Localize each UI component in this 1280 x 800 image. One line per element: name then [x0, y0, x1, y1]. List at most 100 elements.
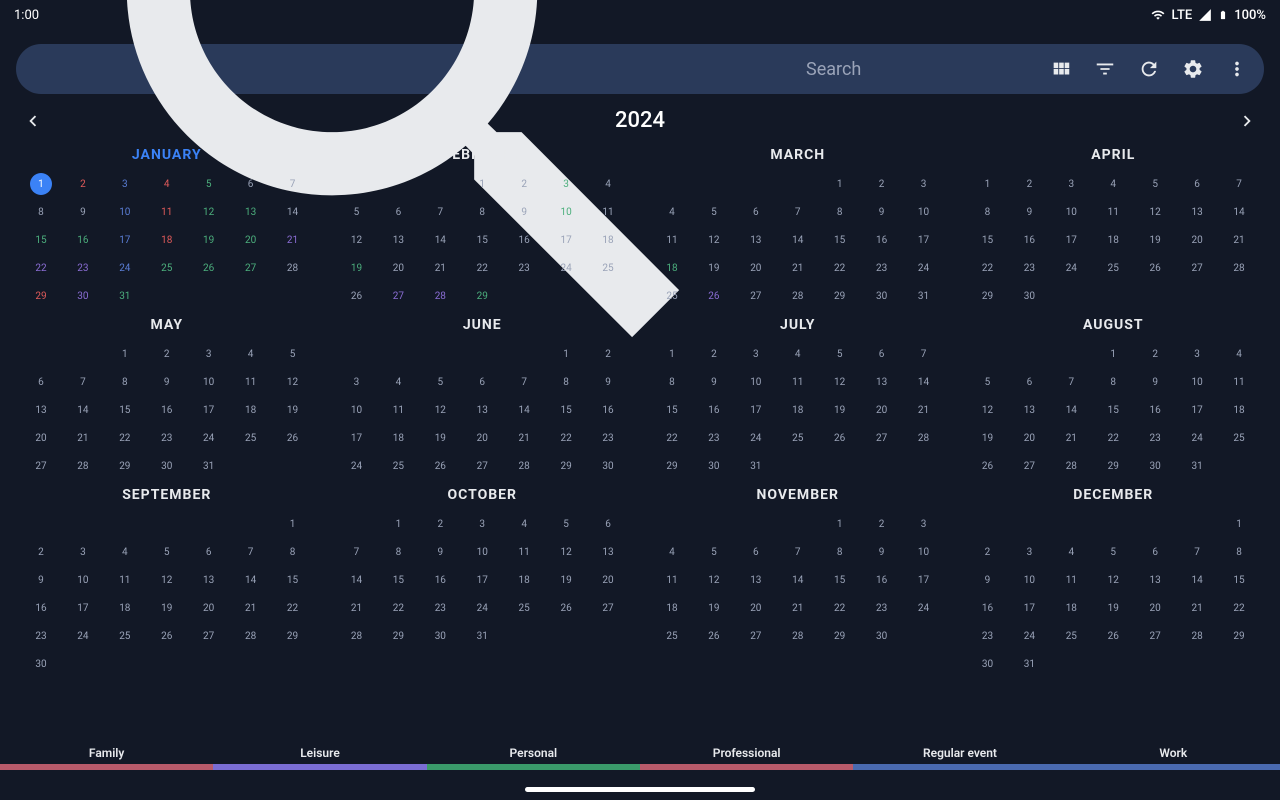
day-cell[interactable]: 6	[1134, 539, 1176, 565]
day-cell[interactable]: 27	[230, 255, 272, 281]
day-cell[interactable]: 10	[336, 397, 378, 423]
day-cell[interactable]: 10	[188, 369, 230, 395]
day-cell[interactable]: 23	[1134, 425, 1176, 451]
month-august[interactable]: AUGUST1234567891011121314151617181920212…	[961, 313, 1267, 483]
day-cell[interactable]: 3	[62, 539, 104, 565]
day-cell[interactable]: 25	[651, 623, 693, 649]
day-cell[interactable]: 20	[735, 595, 777, 621]
day-cell[interactable]: 12	[419, 397, 461, 423]
day-cell[interactable]: 14	[503, 397, 545, 423]
day-cell[interactable]: 2	[1134, 341, 1176, 367]
day-cell[interactable]: 12	[545, 539, 587, 565]
day-cell[interactable]: 27	[735, 283, 777, 309]
day-cell[interactable]: 21	[503, 425, 545, 451]
day-cell[interactable]: 21	[903, 397, 945, 423]
day-cell[interactable]: 30	[861, 283, 903, 309]
day-cell[interactable]: 25	[1092, 255, 1134, 281]
day-cell[interactable]: 25	[377, 453, 419, 479]
day-cell[interactable]: 4	[1092, 171, 1134, 197]
day-cell[interactable]: 13	[1134, 567, 1176, 593]
day-cell[interactable]: 24	[903, 255, 945, 281]
day-cell[interactable]: 4	[1050, 539, 1092, 565]
day-cell[interactable]: 3	[903, 171, 945, 197]
day-cell[interactable]: 1	[461, 171, 503, 197]
day-cell[interactable]: 13	[587, 539, 629, 565]
day-cell[interactable]: 22	[461, 255, 503, 281]
day-cell[interactable]: 8	[1092, 369, 1134, 395]
day-cell[interactable]: 26	[188, 255, 230, 281]
day-cell[interactable]: 15	[819, 227, 861, 253]
day-cell[interactable]: 12	[967, 397, 1009, 423]
day-cell[interactable]: 14	[1176, 567, 1218, 593]
day-cell[interactable]: 3	[735, 341, 777, 367]
day-cell[interactable]: 23	[146, 425, 188, 451]
day-cell[interactable]: 7	[503, 369, 545, 395]
day-cell[interactable]: 17	[735, 397, 777, 423]
day-cell[interactable]: 9	[587, 369, 629, 395]
day-cell[interactable]: 31	[1176, 453, 1218, 479]
day-cell[interactable]: 15	[819, 567, 861, 593]
day-cell[interactable]: 13	[20, 397, 62, 423]
day-cell[interactable]: 7	[419, 199, 461, 225]
day-cell[interactable]: 23	[587, 425, 629, 451]
filter-icon[interactable]	[1094, 58, 1116, 80]
day-cell[interactable]: 20	[20, 425, 62, 451]
day-cell[interactable]: 1	[819, 511, 861, 537]
day-cell[interactable]: 27	[1176, 255, 1218, 281]
day-cell[interactable]: 17	[903, 227, 945, 253]
day-cell[interactable]: 19	[1092, 595, 1134, 621]
day-cell[interactable]: 20	[461, 425, 503, 451]
day-cell[interactable]: 6	[735, 199, 777, 225]
day-cell[interactable]: 8	[272, 539, 314, 565]
day-cell[interactable]: 1	[104, 341, 146, 367]
day-cell[interactable]: 19	[693, 595, 735, 621]
day-cell[interactable]: 18	[104, 595, 146, 621]
day-cell[interactable]: 28	[1050, 453, 1092, 479]
day-cell[interactable]: 22	[20, 255, 62, 281]
day-cell[interactable]: 26	[336, 283, 378, 309]
day-cell[interactable]: 6	[230, 171, 272, 197]
day-cell[interactable]: 10	[903, 199, 945, 225]
day-cell[interactable]: 29	[104, 453, 146, 479]
day-cell[interactable]: 26	[693, 623, 735, 649]
day-cell[interactable]: 20	[377, 255, 419, 281]
day-cell[interactable]: 2	[20, 539, 62, 565]
day-cell[interactable]: 19	[545, 567, 587, 593]
day-cell[interactable]: 24	[903, 595, 945, 621]
day-cell[interactable]: 14	[62, 397, 104, 423]
day-cell[interactable]: 5	[188, 171, 230, 197]
day-cell[interactable]: 10	[62, 567, 104, 593]
day-cell[interactable]: 28	[1176, 623, 1218, 649]
day-cell[interactable]: 2	[861, 171, 903, 197]
day-cell[interactable]: 18	[1050, 595, 1092, 621]
day-cell[interactable]: 15	[104, 397, 146, 423]
day-cell[interactable]: 19	[693, 255, 735, 281]
month-july[interactable]: JULY123456789101112131415161718192021222…	[645, 313, 951, 483]
day-cell[interactable]: 14	[272, 199, 314, 225]
day-cell[interactable]: 6	[587, 511, 629, 537]
day-cell[interactable]: 13	[461, 397, 503, 423]
chevron-right-icon[interactable]	[1236, 110, 1258, 132]
day-cell[interactable]: 2	[693, 341, 735, 367]
legend-item[interactable]: Family	[0, 746, 213, 760]
day-cell[interactable]: 14	[777, 227, 819, 253]
day-cell[interactable]: 23	[693, 425, 735, 451]
day-cell[interactable]: 5	[1092, 539, 1134, 565]
day-cell[interactable]: 9	[861, 539, 903, 565]
day-cell[interactable]: 13	[861, 369, 903, 395]
day-cell[interactable]: 28	[1218, 255, 1260, 281]
day-cell[interactable]: 16	[1008, 227, 1050, 253]
day-cell[interactable]: 5	[419, 369, 461, 395]
day-cell[interactable]: 12	[188, 199, 230, 225]
day-cell[interactable]: 28	[777, 623, 819, 649]
day-cell[interactable]: 26	[967, 453, 1009, 479]
day-cell[interactable]: 2	[146, 341, 188, 367]
day-cell[interactable]: 31	[735, 453, 777, 479]
day-cell[interactable]: 3	[104, 171, 146, 197]
day-cell[interactable]: 16	[419, 567, 461, 593]
day-cell[interactable]: 19	[188, 227, 230, 253]
day-cell[interactable]: 11	[651, 567, 693, 593]
day-cell[interactable]: 14	[419, 227, 461, 253]
day-cell[interactable]: 5	[272, 341, 314, 367]
day-cell[interactable]: 9	[62, 199, 104, 225]
